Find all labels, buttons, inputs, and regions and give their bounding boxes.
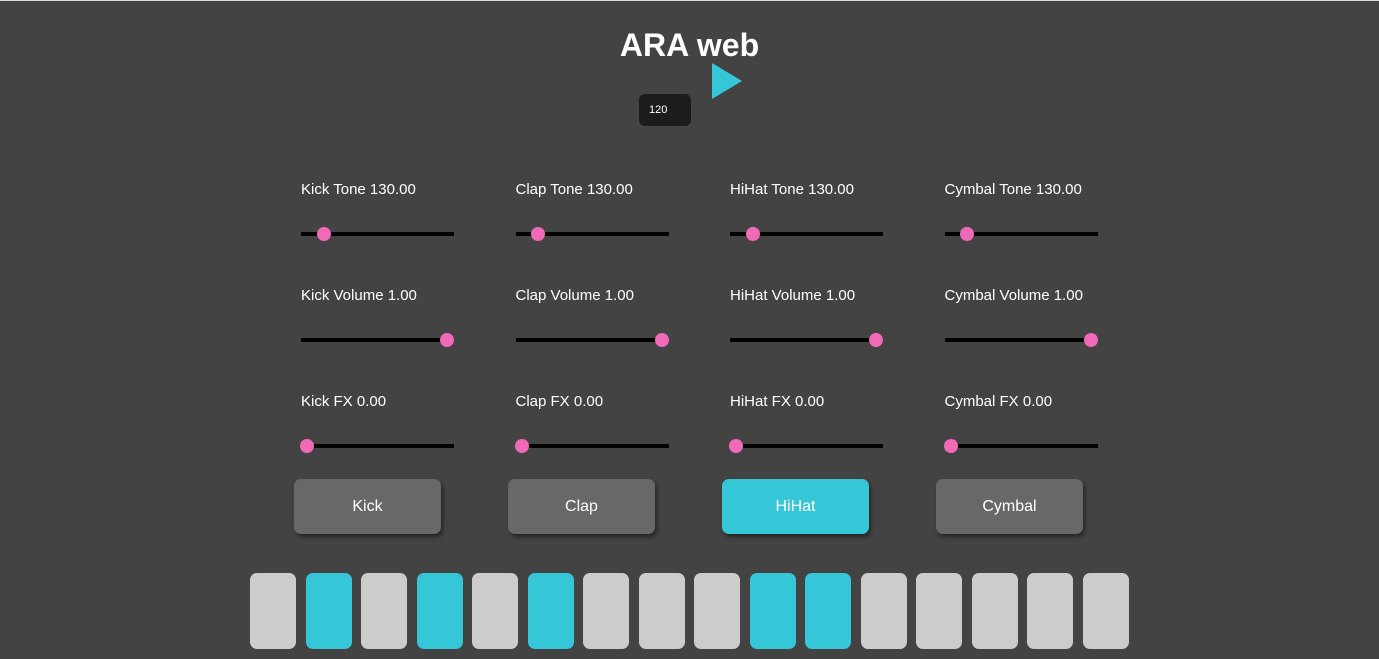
hihat-button[interactable]: HiHat [722,479,869,534]
cymbal-volume-slider-thumb[interactable] [1083,333,1098,347]
clap-tone-slider-thumb[interactable] [531,227,546,241]
hihat-volume-label: HiHat Volume 1.00 [730,287,856,304]
cymbal-fx-label: Cymbal FX 0.00 [944,393,1053,410]
clap-volume-slider-thumb[interactable] [654,333,669,347]
kick-volume-label: Kick Volume 1.00 [301,287,417,304]
hihat-tone-label: HiHat Tone 130.00 [730,181,854,198]
parameter-controls: Kick Tone 130.00 Clap Tone 130.00 HiHat To… [300,178,1098,496]
cymbal-button[interactable]: Cymbal [936,479,1083,534]
control-cymbal-volume: Cymbal Volume 1.00 [944,284,1098,390]
kick-volume-slider-track[interactable] [301,338,454,342]
instrument-selector: Kick Clap HiHat Cymbal [294,479,1083,534]
hihat-tone-slider-thumb[interactable] [745,227,760,241]
kick-fx-slider-track[interactable] [301,444,454,448]
step-8[interactable] [638,573,685,649]
kick-button[interactable]: Kick [294,479,441,534]
step-10[interactable] [749,573,796,649]
step-14[interactable] [971,573,1018,649]
control-clap-volume: Clap Volume 1.00 [515,284,669,390]
cymbal-tone-label: Cymbal Tone 130.00 [944,181,1082,198]
step-13[interactable] [916,573,962,649]
play-button[interactable] [710,62,744,100]
hihat-fx-slider[interactable] [729,438,883,454]
step-15[interactable] [1027,573,1073,649]
clap-tone-slider[interactable] [515,226,669,242]
control-kick-tone: Kick Tone 130.00 [301,178,454,284]
step-3[interactable] [361,573,407,649]
clap-fx-label: Clap FX 0.00 [515,393,604,410]
step-4[interactable] [416,573,463,649]
step-2[interactable] [305,573,352,649]
control-kick-volume: Kick Volume 1.00 [301,284,454,390]
cymbal-tone-slider[interactable] [944,226,1098,242]
clap-fx-slider-thumb[interactable] [514,439,529,453]
control-clap-tone: Clap Tone 130.00 [515,178,669,284]
hihat-fx-slider-track[interactable] [730,444,883,448]
control-cymbal-tone: Cymbal Tone 130.00 [944,178,1098,284]
kick-tone-slider-thumb[interactable] [316,227,331,241]
control-hihat-volume: HiHat Volume 1.00 [730,284,883,390]
cymbal-volume-label: Cymbal Volume 1.00 [944,287,1083,304]
step-16[interactable] [1082,573,1129,649]
control-hihat-tone: HiHat Tone 130.00 [730,178,883,284]
clap-volume-label: Clap Volume 1.00 [515,287,634,304]
step-sequencer [250,573,1129,649]
kick-volume-slider-thumb[interactable] [440,333,454,347]
kick-fx-slider[interactable] [300,438,454,454]
cymbal-fx-slider[interactable] [943,438,1098,454]
kick-tone-label: Kick Tone 130.00 [301,181,416,198]
app-title: ARA web [619,27,760,64]
clap-volume-slider-track[interactable] [515,338,669,342]
step-5[interactable] [472,573,518,649]
window-top-border [0,0,1379,1]
hihat-fx-label: HiHat FX 0.00 [730,393,825,410]
step-9[interactable] [694,573,740,649]
clap-button[interactable]: Clap [508,479,655,534]
hihat-tone-slider[interactable] [730,226,883,242]
play-icon [712,63,742,99]
cymbal-tone-slider-thumb[interactable] [960,227,975,241]
step-11[interactable] [805,573,851,649]
hihat-volume-slider-track[interactable] [730,338,883,342]
kick-fx-label: Kick FX 0.00 [301,393,387,410]
clap-fx-slider-track[interactable] [515,444,669,448]
hihat-volume-slider[interactable] [730,332,883,348]
cymbal-volume-slider-track[interactable] [944,338,1098,342]
step-12[interactable] [860,573,907,649]
clap-volume-slider[interactable] [515,332,669,348]
kick-tone-slider[interactable] [301,226,454,242]
cymbal-volume-slider[interactable] [944,332,1098,348]
kick-fx-slider-thumb[interactable] [300,439,314,453]
kick-volume-slider[interactable] [301,332,454,348]
bpm-input[interactable] [639,94,691,126]
cymbal-fx-slider-track[interactable] [944,444,1098,448]
step-6[interactable] [527,573,574,649]
clap-fx-slider[interactable] [514,438,669,454]
hihat-fx-slider-thumb[interactable] [729,439,743,453]
hihat-volume-slider-thumb[interactable] [869,333,883,347]
clap-tone-label: Clap Tone 130.00 [515,181,633,198]
step-7[interactable] [583,573,629,649]
cymbal-fx-slider-thumb[interactable] [943,439,958,453]
step-1[interactable] [250,573,296,649]
